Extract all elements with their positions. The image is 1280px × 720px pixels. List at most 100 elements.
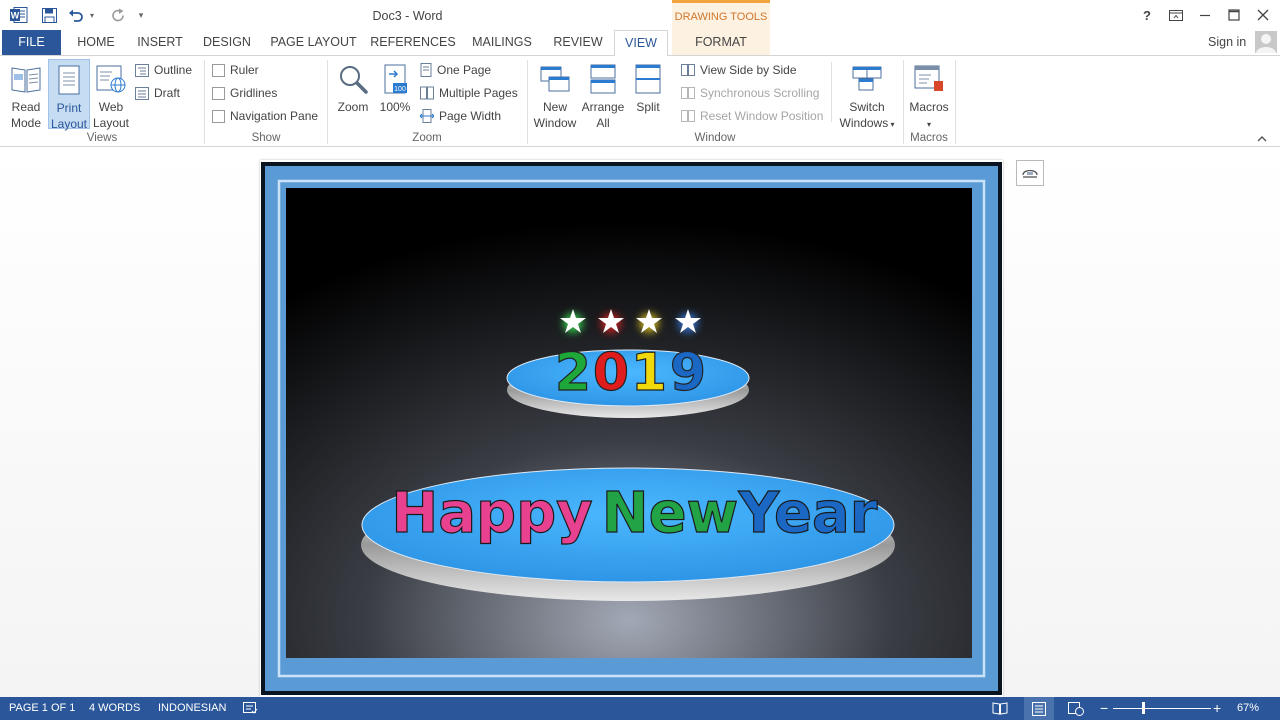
print-layout-view-icon[interactable] [1024,697,1054,720]
print-layout-icon [56,65,82,99]
new-window-label-2: Window [533,116,577,130]
reset-window-position-icon [681,110,695,122]
title-bar: W ▾ ▾ Doc3 - Word DRAWING TOOLS ? [0,0,1280,30]
web-layout-label-1: Web [98,100,124,114]
draft-icon [135,86,149,100]
tab-insert[interactable]: INSERT [130,30,190,55]
gridlines-checkbox[interactable]: Gridlines [212,83,277,103]
tab-file[interactable]: FILE [2,30,61,55]
print-layout-button[interactable]: Print Layout [48,59,90,131]
switch-windows-label-1: Switch [849,100,885,114]
zoom-100-button[interactable]: 100 100% [376,59,414,131]
outline-button[interactable]: Outline [135,60,192,80]
synchronous-scrolling-button[interactable]: Synchronous Scrolling [681,83,819,103]
tab-references[interactable]: REFERENCES [370,30,456,55]
read-mode-button[interactable]: Read Mode [4,59,48,131]
new-window-label-1: New [542,100,567,114]
help-button[interactable]: ? [1133,0,1161,30]
one-page-button[interactable]: One Page [420,60,491,80]
year-digit: 1 [631,343,667,403]
navigation-pane-checkbox[interactable]: Navigation Pane [212,106,318,126]
document-page[interactable]: 2 0 1 9 Happy New Year [260,160,1003,697]
zoom-slider-track[interactable] [1113,708,1211,709]
draft-label: Draft [154,86,181,100]
web-layout-view-icon[interactable] [1068,697,1084,720]
collapse-ribbon-icon[interactable] [1256,133,1270,145]
views-group-label: Views [86,132,118,144]
tab-page-layout[interactable]: PAGE LAYOUT [266,30,361,55]
separator [831,62,832,122]
tab-mailings[interactable]: MAILINGS [465,30,539,55]
switch-windows-dropdown-icon: ▾ [888,120,895,129]
greeting-word: New [602,481,739,546]
page-width-button[interactable]: Page Width [420,106,501,126]
view-side-by-side-icon [681,64,695,76]
avatar[interactable] [1255,31,1277,53]
one-page-label: One Page [437,63,492,77]
sign-in-link[interactable]: Sign in [1208,30,1246,55]
separator [955,60,956,144]
split-label: Split [636,100,660,114]
read-mode-icon [10,64,42,98]
tab-design[interactable]: DESIGN [198,30,256,55]
split-icon [635,64,661,98]
year-digit: 9 [670,343,706,403]
gridlines-check-icon [212,86,225,100]
zoom-slider-thumb[interactable] [1142,702,1145,714]
tab-home[interactable]: HOME [68,30,124,55]
zoom-in-button[interactable]: + [1213,697,1221,720]
arrange-all-button[interactable]: Arrange All [580,59,626,131]
navigation-pane-label: Navigation Pane [230,109,319,123]
tab-view[interactable]: VIEW [614,30,668,56]
tab-review[interactable]: REVIEW [547,30,609,55]
macros-icon [913,64,945,98]
print-layout-label-1: Print [56,101,82,115]
read-mode-label-1: Read [11,100,41,114]
new-window-button[interactable]: New Window [530,59,580,131]
web-layout-icon [95,64,127,98]
zoom-out-button[interactable]: − [1100,697,1108,720]
macros-button[interactable]: Macros ▾ [905,59,953,131]
ribbon-display-options-button[interactable] [1162,0,1190,30]
zoom-label: Zoom [337,100,369,114]
multiple-pages-button[interactable]: Multiple Pages [420,83,518,103]
macros-dropdown-icon: ▾ [926,120,931,129]
gridlines-label: Gridlines [230,86,278,100]
zoom-button[interactable]: Zoom [333,59,373,131]
close-button[interactable] [1249,0,1277,30]
macros-label: Macros [909,100,949,114]
arrange-all-label-2: All [596,116,610,130]
language-indicator[interactable]: INDONESIAN [158,697,226,720]
page-count[interactable]: PAGE 1 OF 1 [9,697,75,720]
ruler-checkbox[interactable]: Ruler [212,60,259,80]
status-bar: PAGE 1 OF 1 4 WORDS INDONESIAN − + 67% [0,697,1280,720]
split-button[interactable]: Split [628,59,668,131]
zoom-level[interactable]: 67% [1237,697,1259,720]
zoom-100-label: 100% [379,100,411,114]
outline-label: Outline [154,63,193,77]
read-mode-view-icon[interactable] [992,697,1008,720]
switch-windows-icon [851,64,883,98]
ruler-label: Ruler [230,63,259,77]
zoom-100-icon-text: 100 [394,86,406,93]
one-page-icon [420,63,432,77]
draft-button[interactable]: Draft [135,83,180,103]
reset-window-position-button[interactable]: Reset Window Position [681,106,823,126]
minimize-button[interactable] [1191,0,1219,30]
layout-options-button[interactable] [1016,160,1044,186]
view-side-by-side-button[interactable]: View Side by Side [681,60,797,80]
word-count[interactable]: 4 WORDS [89,697,140,720]
web-layout-button[interactable]: Web Layout [90,59,132,131]
switch-windows-label-2: Windows [839,116,889,130]
new-window-icon [540,64,570,98]
switch-windows-button[interactable]: Switch Windows ▾ [836,59,898,131]
new-year-artwork[interactable]: 2 0 1 9 Happy New Year [260,160,1003,697]
drawing-tools-label: DRAWING TOOLS [672,0,770,30]
tab-format[interactable]: FORMAT [672,30,770,55]
maximize-button[interactable] [1220,0,1248,30]
synchronous-scrolling-icon [681,87,695,99]
ribbon: Read Mode Print Layout Web Layout Outline D… [0,55,1280,147]
view-side-by-side-label: View Side by Side [700,63,797,77]
multiple-pages-icon [420,86,434,100]
proofing-icon[interactable] [243,697,258,720]
